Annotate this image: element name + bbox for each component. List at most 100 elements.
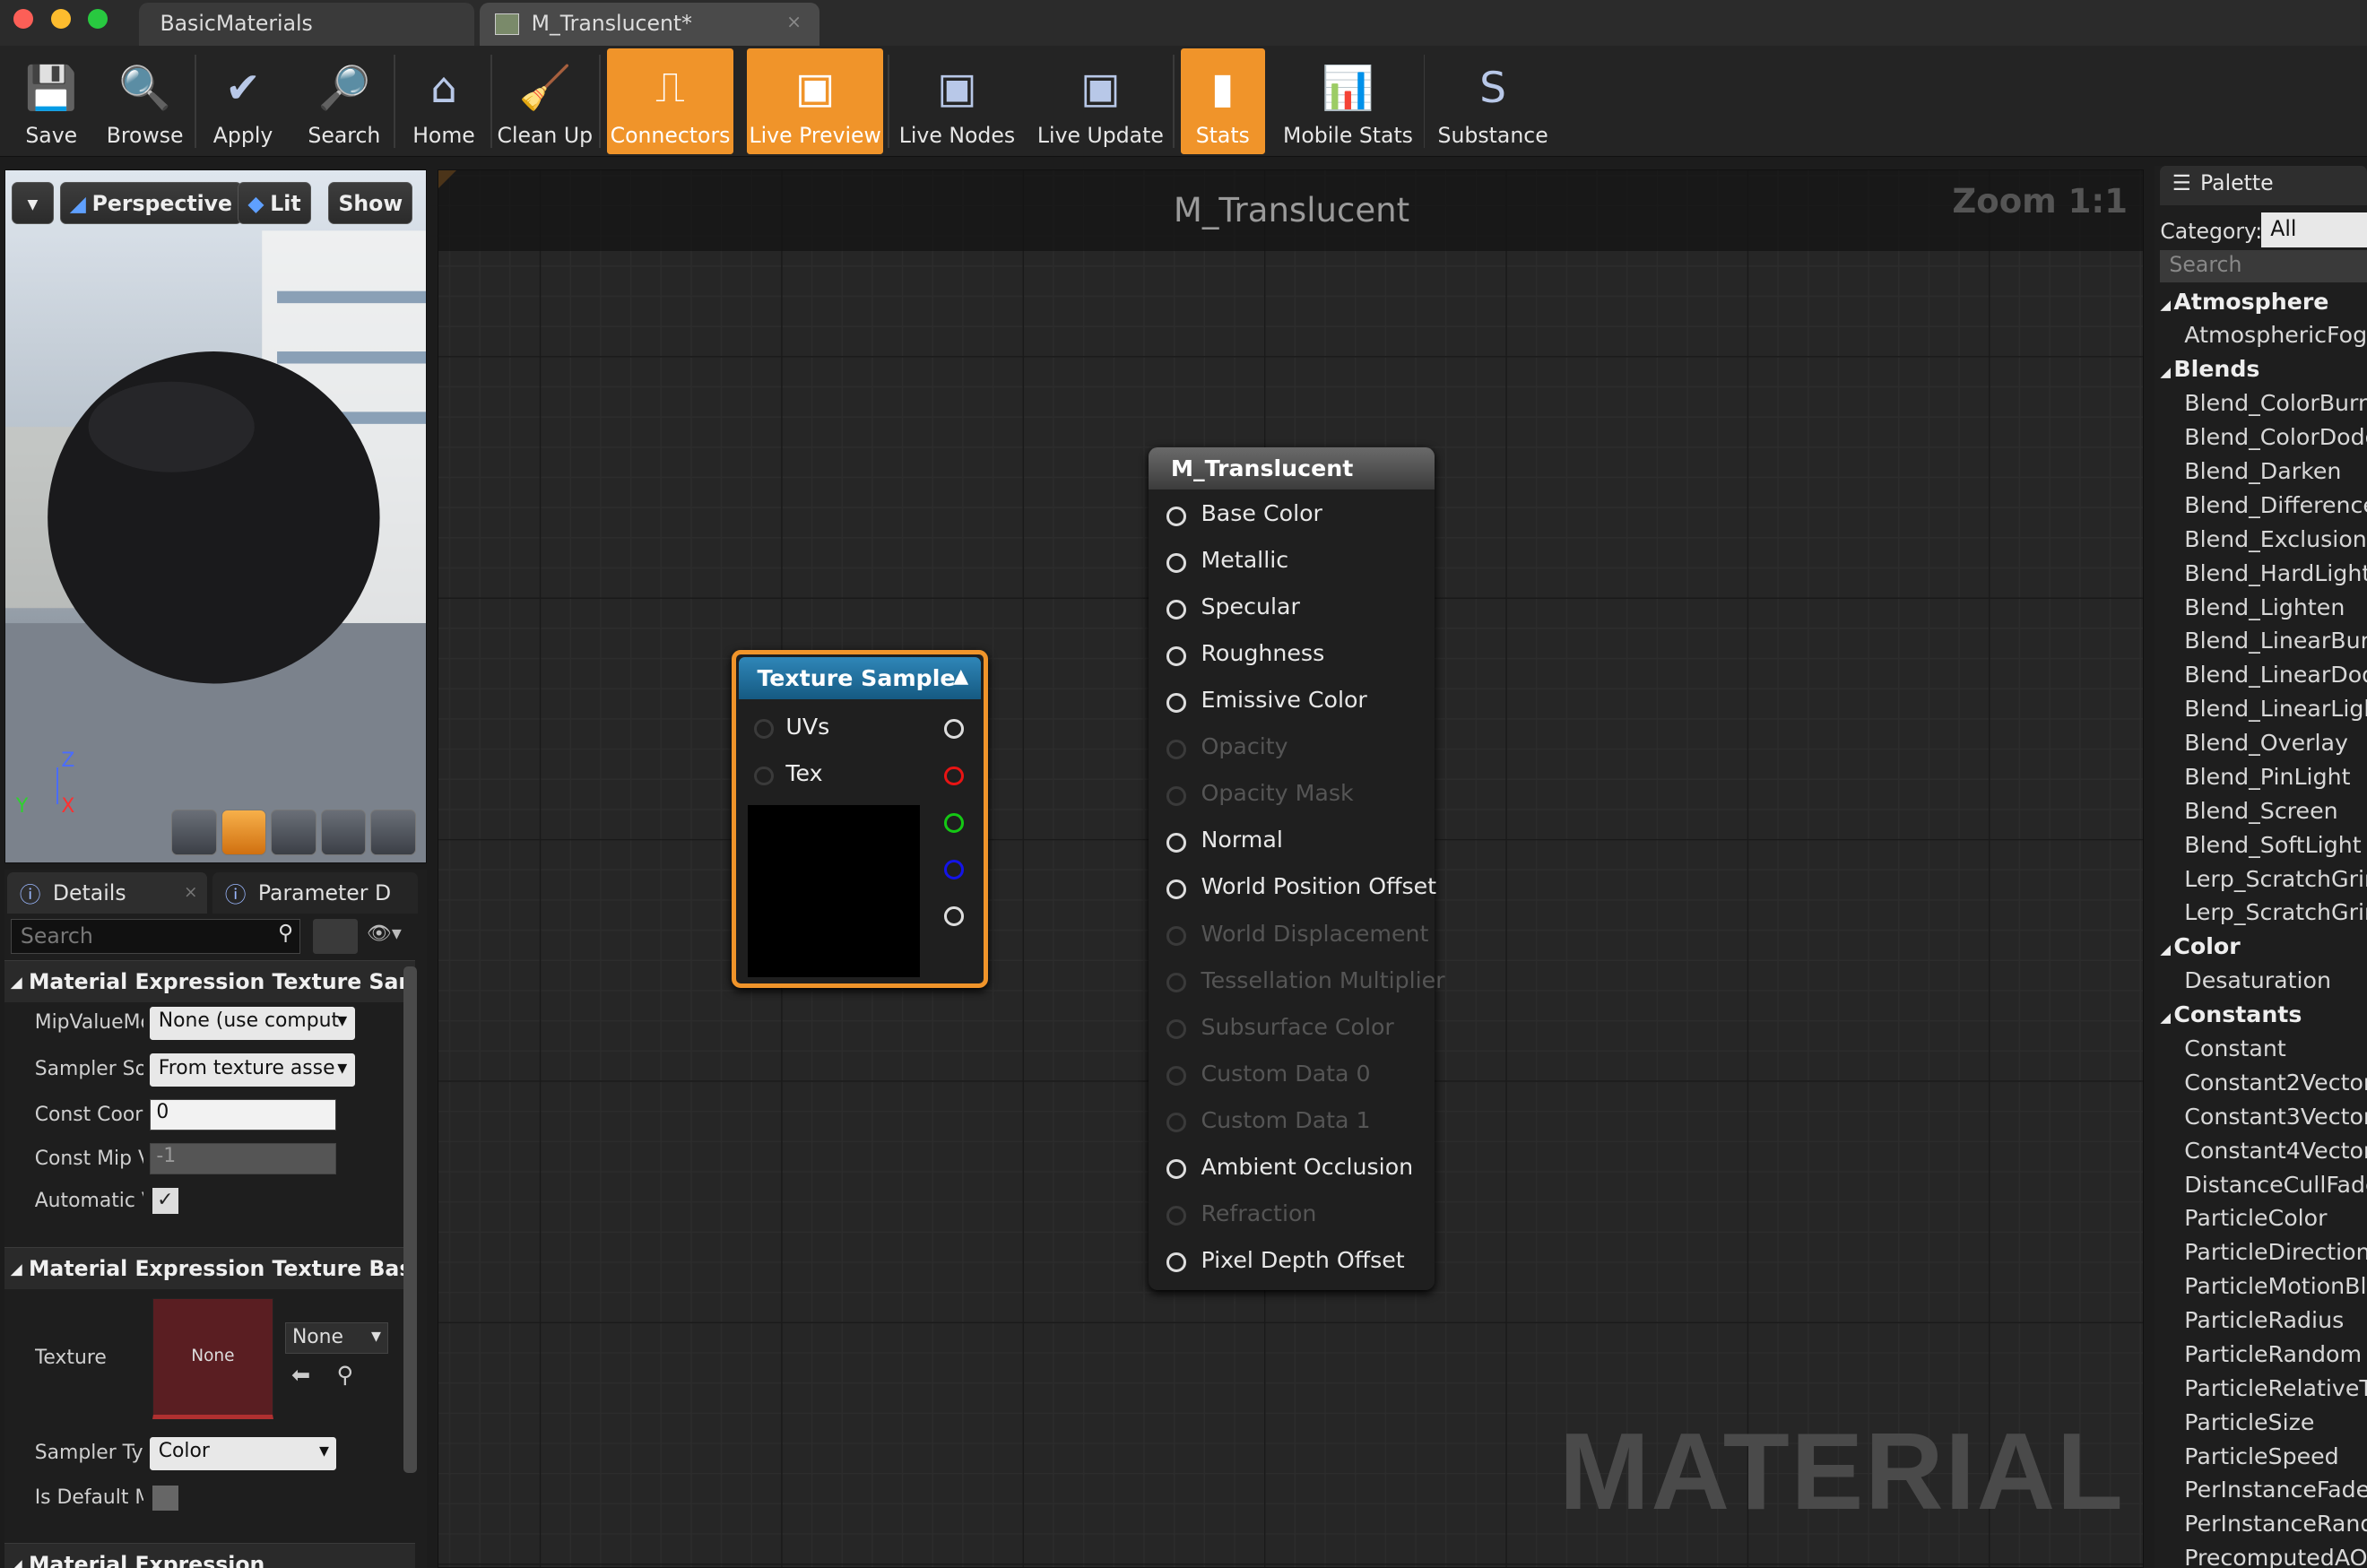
palette-item-blend-lighten[interactable]: Blend_Lighten (2184, 594, 2345, 620)
mobile-stats-button[interactable]: 📊 Mobile Stats (1277, 48, 1418, 154)
palette-item-particlemotionblurfade[interactable]: ParticleMotionBlurFade (2184, 1273, 2367, 1299)
world-displacement-input-pin[interactable] (1166, 926, 1186, 947)
close-tab-icon[interactable]: × (786, 11, 802, 32)
palette-category-blends[interactable]: ◢ Blends (2160, 356, 2259, 382)
preview-plane-button[interactable] (271, 810, 316, 855)
palette-item-atmosphericfogcolor[interactable]: AtmosphericFogColor (2184, 322, 2367, 348)
details-search-input[interactable]: Search ⚲ (10, 919, 301, 955)
opacity-input-pin[interactable] (1166, 740, 1186, 759)
palette-category-constants[interactable]: ◢ Constants (2160, 1001, 2302, 1027)
search-button[interactable]: 🔎 Search (299, 48, 389, 154)
palette-item-blend-softlight[interactable]: Blend_SoftLight (2184, 832, 2361, 858)
palette-category-color[interactable]: ◢ Color (2160, 933, 2240, 959)
palette-item-blend-linearlight[interactable]: Blend_LinearLight (2184, 696, 2367, 722)
view-options-icon[interactable]: 👁▾ (367, 923, 402, 945)
live-preview-button[interactable]: ▣ Live Preview (747, 48, 883, 154)
stats-button[interactable]: ▮ Stats (1180, 48, 1265, 154)
lit-button[interactable]: ◆ Lit (238, 182, 311, 225)
sampler-type-combo[interactable]: Color ▾ (149, 1436, 337, 1470)
palette-item-blend-colorburn[interactable]: Blend_ColorBurn (2184, 390, 2367, 416)
const-mip-value-field[interactable]: -1 (149, 1142, 337, 1174)
palette-item-constant2vector[interactable]: Constant2Vector (2184, 1070, 2367, 1096)
palette-item-blend-lineardodge[interactable]: Blend_LinearDodge (2184, 662, 2367, 688)
palette-item-constant4vector[interactable]: Constant4Vector (2184, 1138, 2367, 1164)
live-nodes-button[interactable]: ▣ Live Nodes (894, 48, 1020, 154)
tessellation-multiplier-input-pin[interactable] (1166, 973, 1186, 993)
tab-parameter-defaults[interactable]: ⓘ Parameter D (212, 872, 419, 914)
details-scrollbar[interactable] (403, 966, 417, 1474)
roughness-input-pin[interactable] (1166, 646, 1186, 666)
use-selected-asset-icon[interactable]: ⬅ (291, 1362, 310, 1388)
palette-item-blend-hardlight[interactable]: Blend_HardLight (2184, 560, 2367, 586)
browse-button[interactable]: 🔍 Browse (100, 48, 190, 154)
palette-item-blend-difference[interactable]: Blend_Difference (2184, 492, 2367, 518)
palette-item-lerp-scratchgrime2[interactable]: Lerp_ScratchGrime2 (2184, 899, 2367, 925)
uvs-input-pin[interactable] (754, 719, 774, 740)
tab-palette[interactable]: ☰ Palette (2160, 166, 2367, 205)
palette-item-particledirection[interactable]: ParticleDirection (2184, 1239, 2367, 1265)
palette-item-perinstancefadeamount[interactable]: PerInstanceFadeAmount (2184, 1477, 2367, 1503)
substance-button[interactable]: S Substance (1431, 48, 1555, 154)
palette-item-perinstancerandom[interactable]: PerInstanceRandom (2184, 1511, 2367, 1537)
custom-data-0-input-pin[interactable] (1166, 1066, 1186, 1087)
ambient-occlusion-input-pin[interactable] (1166, 1159, 1186, 1180)
g-output-pin[interactable] (944, 812, 965, 833)
base-color-input-pin[interactable] (1166, 507, 1186, 526)
collapse-node-icon[interactable]: ▲ (953, 665, 968, 688)
palette-item-particlesize[interactable]: ParticleSize (2184, 1409, 2314, 1435)
home-button[interactable]: ⌂ Home (402, 48, 486, 154)
browse-asset-icon[interactable]: ⚲ (336, 1362, 353, 1388)
world-position-offset-input-pin[interactable] (1166, 879, 1186, 900)
palette-item-blend-colordodge[interactable]: Blend_ColorDodge (2184, 424, 2367, 450)
b-output-pin[interactable] (944, 859, 965, 879)
pixel-depth-offset-input-pin[interactable] (1166, 1252, 1186, 1273)
palette-item-particlerelativetime[interactable]: ParticleRelativeTime (2184, 1375, 2367, 1401)
refraction-input-pin[interactable] (1166, 1206, 1186, 1226)
close-window-button[interactable] (13, 9, 34, 29)
clean-up-button[interactable]: 🧹 Clean Up (495, 48, 594, 154)
normal-input-pin[interactable] (1166, 833, 1186, 853)
automatic-view-mip-bias-checkbox[interactable]: ✓ (152, 1188, 178, 1214)
preview-cube-button[interactable] (320, 810, 367, 855)
live-update-button[interactable]: ▣ Live Update (1033, 48, 1169, 154)
specular-input-pin[interactable] (1166, 600, 1186, 619)
palette-item-blend-screen[interactable]: Blend_Screen (2184, 798, 2337, 824)
is-default-meshpaint-checkbox[interactable] (152, 1485, 178, 1512)
palette-category-atmosphere[interactable]: ◢ Atmosphere (2160, 289, 2328, 315)
palette-item-particleradius[interactable]: ParticleRadius (2184, 1307, 2344, 1333)
save-button[interactable]: 💾 Save (9, 48, 93, 154)
material-result-node[interactable]: M_Translucent Base Color Metallic Specular… (1148, 447, 1445, 1290)
palette-item-constant3vector[interactable]: Constant3Vector (2184, 1104, 2367, 1130)
maximize-window-button[interactable] (87, 9, 108, 29)
palette-item-distancecullfade[interactable]: DistanceCullFade (2184, 1172, 2367, 1198)
preview-mesh-button[interactable] (370, 810, 416, 855)
palette-item-particlespeed[interactable]: ParticleSpeed (2184, 1443, 2338, 1469)
texture-sample-node[interactable]: Texture Sample ▲ UVs Tex (731, 649, 989, 989)
palette-item-blend-pinlight[interactable]: Blend_PinLight (2184, 764, 2350, 790)
palette-item-precomputedaomask[interactable]: PrecomputedAOMask (2184, 1545, 2367, 1568)
palette-item-blend-overlay[interactable]: Blend_Overlay (2184, 730, 2348, 756)
palette-item-particlerandom[interactable]: ParticleRandom (2184, 1341, 2362, 1367)
perspective-button[interactable]: ◢ Perspective (59, 182, 243, 225)
palette-item-lerp-scratchgrime[interactable]: Lerp_ScratchGrime (2184, 866, 2367, 892)
const-coordinate-field[interactable]: 0 (149, 1098, 337, 1131)
metallic-input-pin[interactable] (1166, 553, 1186, 573)
texture-thumbnail[interactable]: None (152, 1297, 273, 1419)
property-matrix-button[interactable] (312, 919, 358, 955)
custom-data-1-input-pin[interactable] (1166, 1113, 1186, 1133)
subsurface-color-input-pin[interactable] (1166, 1019, 1186, 1040)
tex-input-pin[interactable] (754, 766, 774, 786)
sampler-source-combo[interactable]: From texture asse ▾ (149, 1053, 355, 1087)
viewport-options-button[interactable]: ▾ (11, 182, 54, 225)
palette-item-desaturation[interactable]: Desaturation (2184, 967, 2331, 993)
tab-m-translucent[interactable]: M_Translucent* × (480, 3, 820, 46)
minimize-window-button[interactable] (51, 9, 72, 29)
opacity-mask-input-pin[interactable] (1166, 786, 1186, 807)
preview-sphere-button[interactable] (221, 810, 267, 855)
rgb-output-pin[interactable] (944, 719, 965, 740)
category-combo[interactable]: All (2261, 212, 2367, 248)
texture-asset-combo[interactable]: None ▾ (285, 1321, 388, 1355)
emissive-color-input-pin[interactable] (1166, 693, 1186, 713)
r-output-pin[interactable] (944, 766, 965, 786)
section-texture-sample[interactable]: ◢ Material Expression Texture Sample (4, 959, 415, 1002)
